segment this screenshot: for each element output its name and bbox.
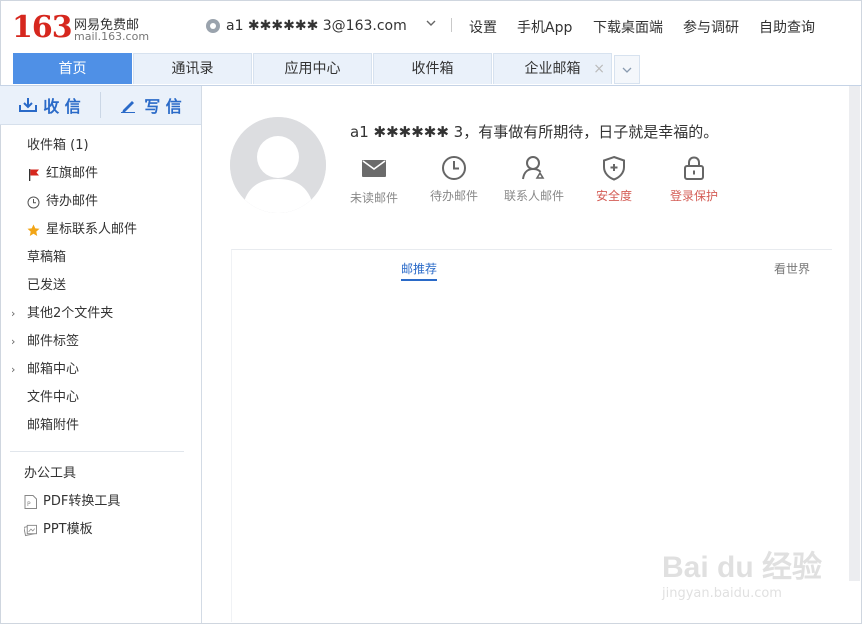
quick-label: 未读邮件 (349, 191, 398, 205)
account-email: a1 ✱✱✱✱✱✱ 3@163.com (226, 18, 407, 34)
quick-contact-mail[interactable]: 联系人邮件 (494, 156, 574, 211)
nav-settings[interactable]: 设置 (469, 17, 497, 37)
folder-label: 文件中心 (27, 390, 80, 405)
account-selector[interactable]: a1 ✱✱✱✱✱✱ 3@163.com (206, 16, 407, 36)
sidebar: 收 信 写 信 收件箱 (1) 红旗邮件 待办邮件 星标联系人邮件 草稿箱 已发… (0, 86, 202, 623)
receive-label: 收 信 (43, 97, 81, 116)
quick-label: 待办邮件 (429, 189, 478, 203)
folder-label: 邮件标签 (27, 334, 80, 349)
watermark: Bai du 经验 jingyan.baidu.com (662, 542, 852, 608)
header-divider (451, 18, 452, 32)
nav-mobile-app[interactable]: 手机App (517, 17, 572, 37)
watermark-logo-text: Bai du 经验 (662, 551, 823, 584)
default-avatar-icon (230, 117, 326, 213)
tab-label: 通讯录 (171, 61, 214, 77)
pdf-file-icon: P (24, 495, 37, 509)
folder-inbox[interactable]: 收件箱 (1) (0, 133, 200, 159)
tab-more-button[interactable] (614, 55, 640, 84)
mail-actions: 收 信 写 信 (0, 86, 201, 125)
folder-sent[interactable]: 已发送 (0, 273, 200, 299)
tools-title: 办公工具 (24, 466, 77, 481)
watermark-url: jingyan.baidu.com (662, 586, 782, 601)
star-icon (27, 224, 40, 236)
tool-label: PDF转换工具 (43, 494, 121, 509)
tab-app-center[interactable]: 应用中心 (253, 53, 372, 84)
chevron-right-icon[interactable]: › (11, 357, 15, 383)
svg-text:P: P (27, 501, 31, 508)
account-icon (206, 19, 220, 33)
logo-number: 163 (12, 10, 73, 45)
tab-home[interactable]: 首页 (13, 53, 132, 84)
chevron-down-icon[interactable] (424, 16, 438, 30)
folder-mailbox-center[interactable]: › 邮箱中心 (0, 357, 200, 383)
active-tab-indicator (401, 279, 437, 281)
quick-label: 安全度 (595, 189, 632, 203)
folder-red-flag[interactable]: 红旗邮件 (0, 161, 200, 187)
tab-label: 收件箱 (411, 61, 454, 77)
folder-starred-contacts[interactable]: 星标联系人邮件 (0, 217, 200, 243)
tools-heading: 办公工具 (0, 461, 200, 487)
tab-enterprise-mail[interactable]: 企业邮箱 × (493, 53, 612, 84)
tab-label: 首页 (58, 61, 87, 77)
folder-drafts[interactable]: 草稿箱 (0, 245, 200, 271)
folder-label: 星标联系人邮件 (46, 222, 138, 237)
compose-button[interactable]: 写 信 (101, 86, 201, 124)
folder-file-center[interactable]: 文件中心 (0, 385, 200, 411)
envelope-icon (362, 160, 386, 177)
lock-icon (684, 156, 704, 180)
sidebar-divider (10, 451, 184, 452)
folder-label: 待办邮件 (46, 194, 99, 209)
red-flag-icon (29, 169, 39, 181)
quick-unread-mail[interactable]: 未读邮件 (334, 157, 414, 211)
folder-label: 邮箱中心 (27, 362, 80, 377)
folder-attachments[interactable]: 邮箱附件 (0, 413, 200, 439)
folder-label: 红旗邮件 (46, 166, 99, 181)
tab-label: 企业邮箱 (524, 61, 581, 77)
shield-icon (603, 155, 625, 181)
nav-download-desktop[interactable]: 下载桌面端 (593, 17, 663, 37)
greeting-text: a1 ✱✱✱✱✱✱ 3，有事做有所期待，日子就是幸福的。 (350, 123, 719, 141)
pen-icon (121, 101, 136, 113)
tool-pdf-convert[interactable]: P PDF转换工具 (0, 489, 200, 515)
folder-label: 邮箱附件 (27, 418, 80, 433)
feed-tab-world[interactable]: 看世界 (774, 260, 810, 277)
logo-url: mail.163.com (74, 30, 150, 43)
compose-label: 写 信 (144, 97, 182, 116)
tool-ppt-template[interactable]: PPT模板 (0, 517, 200, 543)
inbox-download-icon (19, 98, 38, 112)
nav-self-service[interactable]: 自助查询 (759, 17, 815, 37)
folder-label: 其他2个文件夹 (27, 306, 114, 321)
tool-label: PPT模板 (43, 522, 93, 537)
ppt-template-icon (24, 524, 37, 537)
folder-label: 收件箱 (1) (27, 138, 89, 153)
folder-label: 草稿箱 (27, 250, 67, 265)
receive-button[interactable]: 收 信 (0, 86, 100, 124)
tab-label: 应用中心 (284, 61, 341, 77)
tab-bar: 首页 通讯录 应用中心 收件箱 企业邮箱 × (0, 53, 862, 86)
quick-todo-mail[interactable]: 待办邮件 (414, 156, 494, 211)
folder-label: 已发送 (27, 278, 67, 293)
quick-security-level[interactable]: 安全度 (574, 155, 654, 211)
nav-survey[interactable]: 参与调研 (683, 17, 739, 37)
contact-icon (522, 156, 545, 180)
tab-inbox[interactable]: 收件箱 (373, 53, 492, 84)
quick-login-protection[interactable]: 登录保护 (654, 156, 734, 211)
chevron-right-icon[interactable]: › (11, 301, 15, 327)
clock-icon (27, 196, 40, 209)
tab-contacts[interactable]: 通讯录 (133, 53, 252, 84)
avatar[interactable] (230, 117, 326, 213)
scrollbar[interactable] (849, 86, 860, 581)
quick-label: 登录保护 (669, 189, 718, 203)
clock-icon (442, 156, 466, 180)
feed-tab-recommend[interactable]: 邮推荐 (401, 260, 437, 277)
quick-label: 联系人邮件 (503, 189, 564, 203)
close-icon[interactable]: × (593, 54, 605, 85)
chevron-right-icon[interactable]: › (11, 329, 15, 355)
chevron-down-icon (622, 67, 632, 73)
folder-mail-tags[interactable]: › 邮件标签 (0, 329, 200, 355)
folder-other-folders[interactable]: › 其他2个文件夹 (0, 301, 200, 327)
folder-todo[interactable]: 待办邮件 (0, 189, 200, 215)
